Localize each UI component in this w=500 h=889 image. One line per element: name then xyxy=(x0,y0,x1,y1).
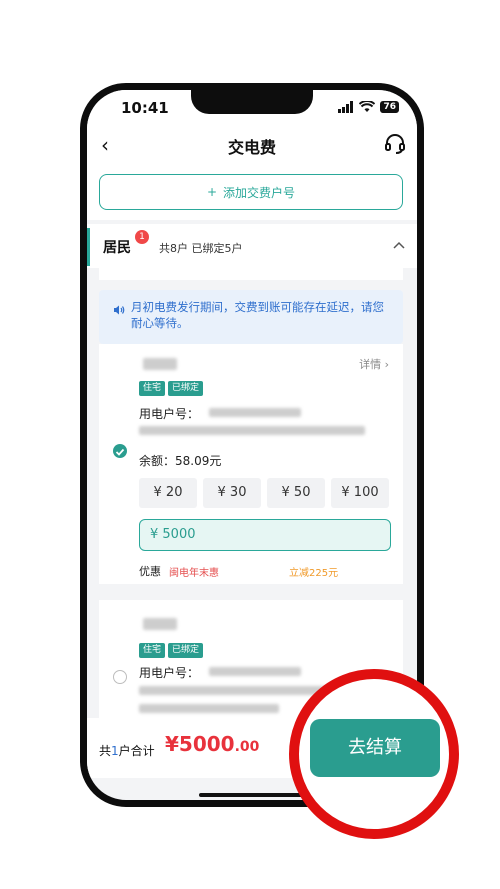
total-count: 1 xyxy=(111,744,119,758)
account-name-redacted xyxy=(143,618,177,630)
delay-notice: 月初电费发行期间，交费到账可能存在延迟，请您耐心等待。 xyxy=(99,290,403,344)
plus-icon: + xyxy=(206,185,218,199)
check-icon xyxy=(115,448,125,456)
section-indicator xyxy=(87,228,90,266)
list-top-edge xyxy=(99,268,403,280)
amount-option-20[interactable]: ¥ 20 xyxy=(139,478,197,508)
battery-icon: 76 xyxy=(380,101,399,113)
checkout-button[interactable]: 去结算 xyxy=(310,719,440,777)
section-badge: 1 xyxy=(135,230,149,244)
amount-option-100[interactable]: ¥ 100 xyxy=(331,478,389,508)
wifi-icon xyxy=(359,101,376,112)
tag-bound: 已绑定 xyxy=(168,381,204,396)
account-number-redacted xyxy=(209,408,301,417)
page-title: 交电费 xyxy=(227,138,276,157)
tag-bound: 已绑定 xyxy=(168,643,204,658)
tag-residential: 住宅 xyxy=(139,381,166,396)
balance-line: 余额：58.09元 xyxy=(139,452,221,469)
chevron-up-icon[interactable] xyxy=(393,240,405,250)
headset-icon[interactable] xyxy=(383,132,407,156)
promo-discount: 立减225元 xyxy=(289,568,339,579)
balance-value: 58.09元 xyxy=(175,454,222,468)
nav-bar: ‹ 交电费 xyxy=(87,124,417,166)
custom-amount-input[interactable]: ¥ 5000 xyxy=(139,519,391,551)
account-name-redacted xyxy=(143,358,177,370)
balance-label: 余额： xyxy=(139,454,176,468)
signal-icon xyxy=(338,101,354,113)
total-label: 共1户合计 xyxy=(99,744,155,758)
add-account-button[interactable]: + 添加交费户号 xyxy=(99,174,403,210)
account-select-radio[interactable] xyxy=(113,444,127,458)
status-time: 10:41 xyxy=(121,99,169,117)
promo-name: 闽电年末惠 xyxy=(169,568,219,579)
section-name: 居民 xyxy=(103,240,131,256)
account-number-redacted xyxy=(209,667,301,676)
account-number-label: 用电户号： xyxy=(139,666,200,680)
account-card[interactable]: 详情 › 住宅 已绑定 用电户号： 余额：58.09元 ¥ 20 ¥ 30 ¥ … xyxy=(99,344,403,584)
speaker-icon xyxy=(114,305,125,315)
account-address-redacted xyxy=(139,426,365,435)
amount-option-50[interactable]: ¥ 50 xyxy=(267,478,325,508)
account-select-radio[interactable] xyxy=(113,670,127,684)
tag-residential: 住宅 xyxy=(139,643,166,658)
add-account-label: 添加交费户号 xyxy=(223,185,296,200)
account-number-label: 用电户号： xyxy=(139,407,200,421)
section-summary: 共8户 已绑定5户 xyxy=(159,242,243,255)
total-amount: ¥5000.00 xyxy=(165,732,260,756)
account-address-redacted xyxy=(139,704,279,713)
promo-label: 优惠 xyxy=(139,565,161,578)
details-link[interactable]: 详情 › xyxy=(359,356,389,372)
status-icons: 76 xyxy=(338,100,399,114)
home-indicator xyxy=(199,793,309,797)
amount-option-30[interactable]: ¥ 30 xyxy=(203,478,261,508)
residential-section-header[interactable]: 居民 1 共8户 已绑定5户 xyxy=(87,224,417,268)
notch xyxy=(191,90,313,114)
add-account-area: + 添加交费户号 xyxy=(87,166,417,220)
notice-text: 月初电费发行期间，交费到账可能存在延迟，请您耐心等待。 xyxy=(131,300,384,330)
